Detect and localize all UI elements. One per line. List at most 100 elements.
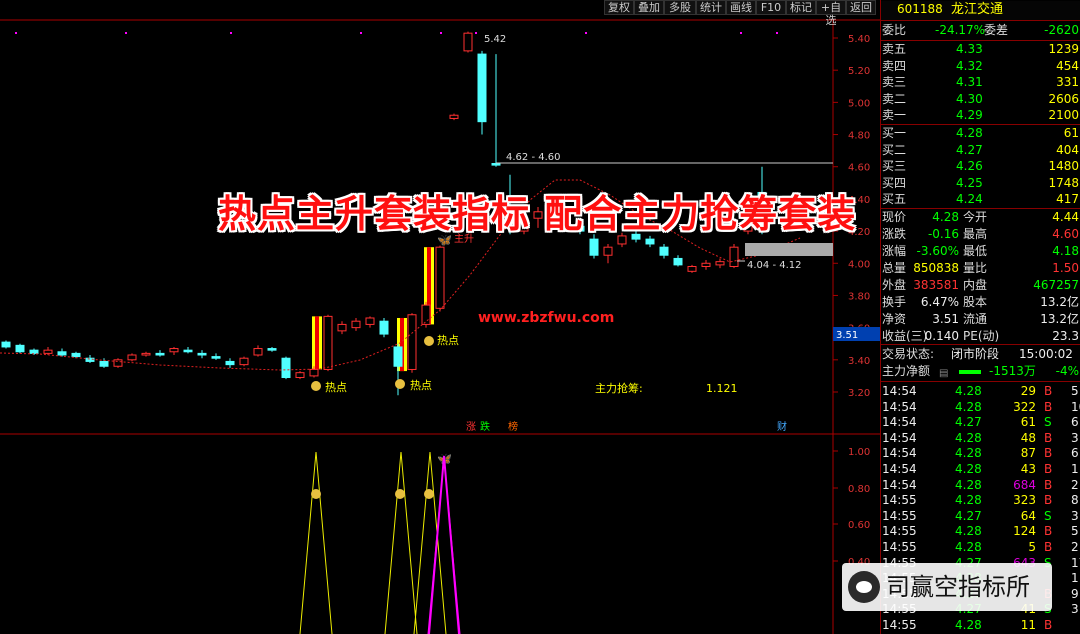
tick-price: 4.28 bbox=[955, 540, 982, 554]
candle-body bbox=[43, 349, 53, 354]
tick-side: B bbox=[1044, 477, 1053, 492]
toolbar-button-3[interactable]: 统计 bbox=[696, 0, 726, 15]
indicator-name: 主力抢筹: bbox=[595, 381, 643, 395]
candle-body bbox=[477, 53, 487, 123]
candle-body bbox=[421, 304, 431, 325]
candle-body bbox=[337, 323, 347, 332]
tick-count: 6 bbox=[1071, 446, 1079, 461]
toolbar-button-1[interactable]: 叠加 bbox=[634, 0, 664, 15]
quote-value: 383581 bbox=[913, 278, 959, 292]
tick-price: 4.28 bbox=[955, 524, 982, 539]
toolbar-button-4[interactable]: 画线 bbox=[726, 0, 756, 15]
tick-row: 14:54 4.28 43 B 1 bbox=[881, 461, 1080, 477]
stock-name: 龙江交通 bbox=[951, 2, 1004, 17]
kline-chart-area[interactable]: ◇5.405.205.004.804.604.404.204.003.803.6… bbox=[0, 0, 880, 634]
quote-row: 外盘 383581 内盘 467257 bbox=[881, 277, 1080, 294]
bids-volume: 417 bbox=[1056, 192, 1079, 207]
watermark-text: 司赢空指标所 bbox=[886, 573, 1030, 601]
sub-ytick-label: 0.60 bbox=[848, 520, 870, 531]
candle-body bbox=[57, 351, 67, 356]
hot-label-3: 热点 bbox=[437, 334, 459, 347]
toolbar-button-5[interactable]: F10 bbox=[756, 0, 786, 15]
toolbar-button-8[interactable]: 返回 bbox=[846, 0, 876, 15]
candle-body bbox=[99, 360, 109, 367]
tick-count: 6 bbox=[1071, 415, 1079, 430]
net-flow-label: 主力净额 bbox=[882, 364, 931, 378]
tick-side: B bbox=[1044, 493, 1053, 508]
candle-body bbox=[435, 246, 445, 309]
quote-label: 内盘 bbox=[963, 278, 988, 292]
range-label-2: 4.04 - 4.12 bbox=[747, 260, 802, 271]
indicator-spike bbox=[299, 451, 333, 634]
candle-body bbox=[197, 352, 207, 356]
quote-value: -0.16 bbox=[927, 227, 959, 241]
tick-row: 14:55 4.28 124 B 5 bbox=[881, 523, 1080, 539]
quote-value: 6.47% bbox=[920, 295, 959, 309]
trade-status-value: 闭市阶段 bbox=[951, 347, 1000, 361]
candle-body bbox=[183, 349, 193, 353]
tick-count: 3 bbox=[1071, 508, 1079, 523]
asks-row: 卖一 4.29 2100 bbox=[881, 107, 1080, 124]
candle-body bbox=[351, 320, 361, 329]
asks-volume: 331 bbox=[1056, 75, 1079, 90]
trade-status-label: 交易状态: bbox=[882, 347, 935, 361]
quote-panel: 601188 龙江交通 委比 -24.17% 委差 -2620 卖五 4.33 12… bbox=[880, 0, 1080, 634]
high-price-label: 5.42 bbox=[484, 34, 506, 45]
tick-side: B bbox=[1044, 524, 1053, 539]
bids-label: 买二 bbox=[882, 142, 907, 157]
asks-volume: 454 bbox=[1056, 58, 1079, 73]
tick-row: 14:55 4.28 323 B 8 bbox=[881, 492, 1080, 508]
candle-body bbox=[29, 349, 39, 354]
candle-body bbox=[589, 238, 599, 256]
quote-label: 收益(三) bbox=[882, 329, 928, 343]
wechat-icon bbox=[848, 571, 880, 603]
tick-count: 1 bbox=[1071, 571, 1079, 586]
quote-label: PE(动) bbox=[963, 329, 1000, 343]
weibi-value: -24.17% bbox=[935, 23, 986, 37]
net-flow-bar bbox=[959, 370, 981, 374]
tick-row: 14:54 4.28 684 B 2 bbox=[881, 477, 1080, 493]
ytick-label: 4.60 bbox=[848, 163, 870, 174]
top-marker-dot bbox=[125, 32, 127, 34]
bids-row: 买一 4.28 61 bbox=[881, 125, 1080, 142]
tick-volume: 5 bbox=[1028, 540, 1036, 554]
tick-time: 14:54 bbox=[882, 415, 917, 430]
net-flow-icon[interactable]: ▤ bbox=[939, 365, 948, 382]
ytick-label: 4.00 bbox=[848, 259, 870, 270]
quote-label: 总量 bbox=[882, 261, 907, 275]
toolbar-button-0[interactable]: 复权 bbox=[604, 0, 634, 15]
candle-body bbox=[449, 114, 459, 119]
candle-body bbox=[393, 346, 403, 367]
tick-count: 9 bbox=[1071, 586, 1079, 601]
tick-side: B bbox=[1044, 399, 1053, 414]
toolbar-button-2[interactable]: 多股 bbox=[664, 0, 696, 15]
quote-row: 涨幅 -3.60% 最低 4.18 bbox=[881, 243, 1080, 260]
kline-chart-svg[interactable]: ◇5.405.205.004.804.604.404.204.003.803.6… bbox=[0, 0, 880, 634]
bids-label: 买五 bbox=[882, 192, 907, 207]
tick-count: 5 bbox=[1071, 524, 1079, 539]
tick-price: 4.28 bbox=[955, 493, 982, 508]
top-marker-dot bbox=[475, 32, 477, 34]
money-bag-icon bbox=[395, 489, 405, 499]
quote-label: 股本 bbox=[963, 295, 988, 309]
toolbar-button-7[interactable]: +自选 bbox=[816, 0, 846, 27]
tick-time: 14:55 bbox=[882, 524, 917, 539]
cai-marker: 财 bbox=[777, 420, 787, 433]
tick-time: 14:54 bbox=[882, 446, 917, 461]
hot-bar-stripe bbox=[315, 316, 319, 370]
tick-volume: 684 bbox=[1013, 477, 1036, 492]
candle-body bbox=[211, 356, 221, 359]
candle-body bbox=[295, 372, 305, 379]
tick-price: 4.28 bbox=[955, 399, 982, 414]
candle-body bbox=[365, 317, 375, 325]
bids-price: 4.25 bbox=[956, 175, 983, 190]
bids-row: 买五 4.24 417 bbox=[881, 191, 1080, 208]
candle-body bbox=[155, 352, 165, 356]
toolbar-button-6[interactable]: 标记 bbox=[786, 0, 816, 15]
bids-row: 买四 4.25 1748 bbox=[881, 175, 1080, 192]
tick-time: 14:54 bbox=[882, 430, 917, 445]
zhang-marker: 涨 bbox=[466, 421, 476, 433]
bids-volume: 404 bbox=[1056, 142, 1079, 157]
tick-volume: 87 bbox=[1020, 446, 1036, 461]
price-tag-label: 3.51 bbox=[836, 330, 858, 341]
